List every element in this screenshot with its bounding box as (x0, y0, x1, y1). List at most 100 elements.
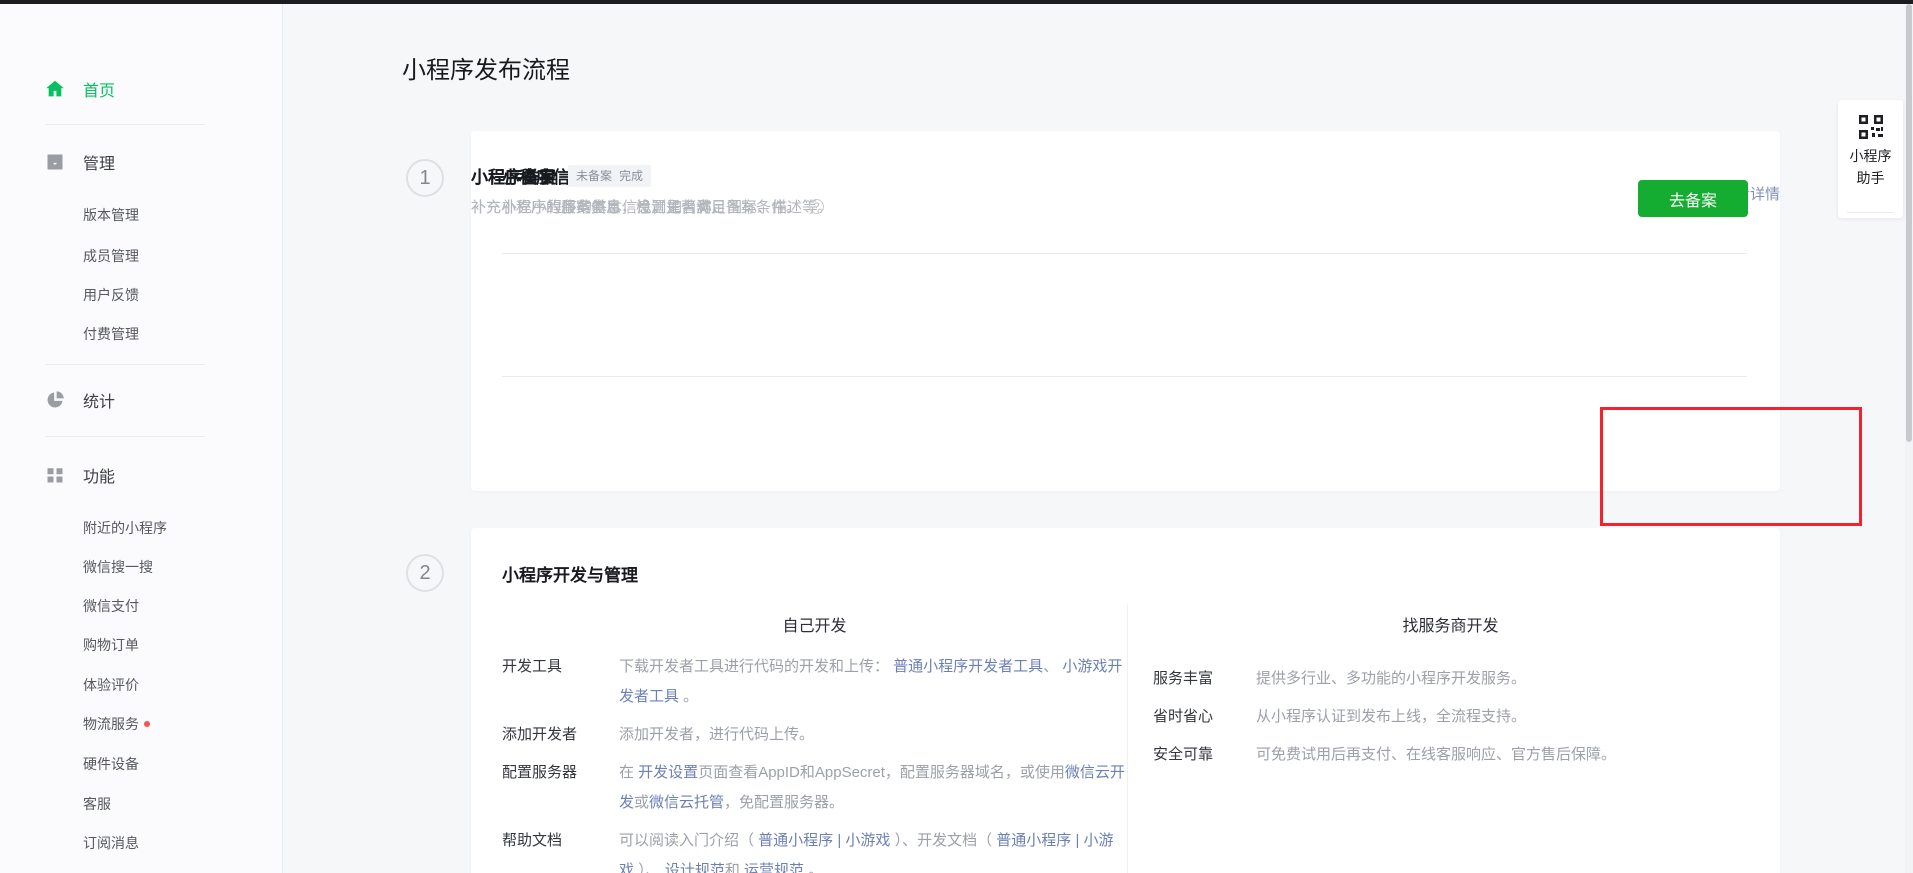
inline-link[interactable]: 普通小程序开发者工具 (893, 658, 1043, 675)
dev-row: 服务丰富 提供多行业、多功能的小程序开发服务。 (1153, 664, 1748, 694)
release-steps-card: 小程序信息 已完成 补充小程序的基本信息，如名称、图标、描述等。 查看详情 小程… (471, 131, 1780, 491)
sidebar-sub-label: 用户反馈 (83, 285, 139, 305)
dev-row: 配置服务器 在 开发设置页面查看AppID和AppSecret，配置服务器域名，或… (502, 758, 1127, 818)
wechat-mp-console: 首页 管理 版本管理 成员管理 用户反馈 付费管理 统计 功能 附近的小程序 (0, 0, 1913, 873)
dev-row-text: 在 开发设置页面查看AppID和AppSecret，配置服务器域名，或使用微信云… (619, 758, 1127, 818)
sidebar-item-label: 首页 (83, 77, 115, 101)
sidebar-sub-label: 客服 (83, 794, 111, 814)
dev-row: 省时省心从小程序认证到发布上线，全流程支持。 (1153, 702, 1748, 732)
sidebar-divider (45, 436, 205, 437)
inline-link[interactable]: 运营规范 (744, 862, 804, 873)
sidebar-sub-label: 物流服务 (83, 714, 139, 734)
inline-link[interactable]: 普通小程序 (758, 832, 833, 849)
dev-row: 添加开发者添加开发者，进行代码上传。 (502, 720, 1127, 750)
sidebar-item-label: 功能 (83, 463, 115, 487)
row-miniprogram-filing: 小程序备案 未备案 补充小程序的备案信息，检测是否满足备案条件。 ? 去备案 (502, 376, 1747, 491)
dev-row-label: 帮助文档 (502, 826, 587, 856)
dev-row-text: 添加开发者，进行代码上传。 (619, 720, 814, 750)
sidebar-sub-label: 硬件设备 (83, 754, 139, 774)
sidebar-item-search[interactable]: 微信搜一搜 (83, 556, 153, 578)
dev-row-label: 服务丰富 (1153, 664, 1228, 694)
inline-link[interactable]: 小游戏 (845, 832, 890, 849)
sidebar-sub-label: 附近的小程序 (83, 518, 167, 538)
sidebar-item-nearby[interactable]: 附近的小程序 (83, 517, 167, 539)
sidebar-item-manage[interactable]: 管理 (0, 150, 283, 174)
sidebar-item-wepay[interactable]: 微信支付 (83, 595, 139, 617)
dev-row-label: 省时省心 (1153, 702, 1228, 732)
text-segment: 添加开发者，进行代码上传。 (619, 726, 814, 743)
sidebar-item-logistics[interactable]: 物流服务 (83, 713, 150, 735)
sidebar-item-version[interactable]: 版本管理 (83, 204, 139, 226)
sidebar-sub-label: 微信支付 (83, 596, 139, 616)
status-badge: 未备案 (568, 165, 620, 187)
sidebar-item-subscribe[interactable]: 订阅消息 (83, 832, 139, 854)
step-number-text: 2 (419, 562, 430, 585)
text-segment: ）、开发文档（ (890, 832, 996, 849)
dev-row: 开发工具下载开发者工具进行代码的开发和上传： 普通小程序开发者工具、 小游戏开发… (502, 652, 1127, 712)
assistant-label-line1: 小程序 (1838, 145, 1903, 167)
row-miniprogram-info: 小程序信息 已完成 补充小程序的基本信息，如名称、图标、描述等。 查看详情 (471, 131, 1780, 253)
service-provider-rows: 服务丰富 提供多行业、多功能的小程序开发服务。省时省心从小程序认证到发布上线，全流… (1153, 664, 1748, 770)
sidebar-item-stats[interactable]: 统计 (0, 388, 283, 412)
sidebar-item-label: 管理 (83, 150, 115, 174)
sidebar-item-paid[interactable]: 付费管理 (83, 323, 139, 345)
pie-chart-icon (44, 389, 66, 411)
text-segment: 提供多行业、多功能的小程序开发服务。 (1256, 670, 1526, 687)
step-number-1: 1 (406, 159, 444, 197)
column-header: 找服务商开发 (1153, 604, 1748, 664)
row-description: 补充小程序的备案信息，检测是否满足备案条件。 (471, 196, 801, 217)
home-icon (44, 78, 66, 100)
card-title: 小程序开发与管理 (502, 561, 638, 586)
text-segment: ，免配置服务器。 (724, 794, 844, 811)
inline-link[interactable]: 设计规范 (665, 862, 725, 873)
sidebar-item-feedback[interactable]: 用户反馈 (83, 284, 139, 306)
sidebar-item-service[interactable]: 客服 (83, 793, 111, 815)
text-segment: 和 (725, 862, 744, 873)
sidebar-item-hardware[interactable]: 硬件设备 (83, 753, 139, 775)
text-segment: ）、 (634, 862, 665, 873)
dev-row-text: 从小程序认证到发布上线，全流程支持。 (1256, 702, 1526, 732)
sidebar-item-reviews[interactable]: 体验评价 (83, 674, 139, 696)
page-scrollbar[interactable] (1905, 4, 1913, 873)
scrollbar-thumb[interactable] (1906, 4, 1912, 442)
inline-link[interactable]: 微信云托管 (649, 794, 724, 811)
sidebar-sub-label: 购物订单 (83, 635, 139, 655)
self-develop-rows: 开发工具下载开发者工具进行代码的开发和上传： 普通小程序开发者工具、 小游戏开发… (502, 652, 1127, 873)
sidebar-item-features[interactable]: 功能 (0, 463, 283, 487)
row-miniprogram-category: 小程序类目 已完成 补充小程序的服务类目，设置主营类目 查看详情 (502, 253, 1747, 376)
sidebar-item-home[interactable]: 首页 (0, 77, 283, 101)
text-segment: 在 (619, 764, 638, 781)
sidebar-sub-label: 微信搜一搜 (83, 557, 153, 577)
go-filing-button[interactable]: 去备案 (1638, 180, 1748, 217)
inline-link[interactable]: 开发设置 (638, 764, 698, 781)
window-top-edge (0, 0, 1913, 4)
text-segment: 。 (804, 862, 823, 873)
dev-row-label: 安全可靠 (1153, 740, 1228, 770)
sidebar-item-orders[interactable]: 购物订单 (83, 634, 139, 656)
service-provider-column: 找服务商开发 服务丰富 提供多行业、多功能的小程序开发服务。省时省心从小程序认证到… (1127, 604, 1748, 873)
dev-row-text: 下载开发者工具进行代码的开发和上传： 普通小程序开发者工具、 小游戏开发者工具 … (619, 652, 1127, 712)
column-header: 自己开发 (502, 604, 1127, 652)
text-segment: 可免费试用后再支付、在线客服响应、官方售后保障。 (1256, 746, 1616, 763)
dev-row: 安全可靠 可免费试用后再支付、在线客服响应、官方售后保障。 (1153, 740, 1748, 770)
mini-program-assistant-widget[interactable]: 小程序 助手 (1838, 100, 1903, 218)
develop-manage-card: 小程序开发与管理 自己开发 开发工具下载开发者工具进行代码的开发和上传： 普通小… (471, 528, 1780, 873)
dev-row-label: 配置服务器 (502, 758, 587, 788)
step-number-2: 2 (406, 554, 444, 592)
step-number-text: 1 (419, 167, 430, 190)
text-segment: 。 (679, 688, 698, 705)
inline-link[interactable]: | (1071, 832, 1083, 849)
notification-dot (144, 721, 150, 727)
sidebar-divider (45, 124, 205, 125)
grid-icon (44, 464, 66, 486)
inline-link[interactable]: | (833, 832, 845, 849)
inbox-icon (44, 151, 66, 173)
help-question-icon[interactable]: ? (809, 199, 824, 214)
sidebar-sub-label: 付费管理 (83, 324, 139, 344)
sidebar-item-label: 统计 (83, 388, 115, 412)
text-segment: 下载开发者工具进行代码的开发和上传： (619, 658, 893, 675)
row-title: 小程序备案 (471, 163, 556, 188)
page-title: 小程序发布流程 (402, 50, 570, 85)
sidebar-item-members[interactable]: 成员管理 (83, 245, 139, 267)
inline-link[interactable]: 普通小程序 (996, 832, 1071, 849)
